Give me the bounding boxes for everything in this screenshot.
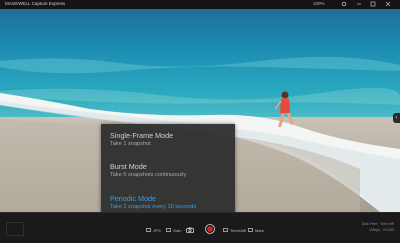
timeshift-button[interactable]: Timeshift <box>223 226 246 234</box>
mode-option-title: Burst Mode <box>110 162 147 171</box>
mode-option-title: Periodic Mode <box>110 194 156 203</box>
mark-label: Mark <box>255 227 264 233</box>
mode-option-desc: Take 5 snapshots continuously <box>110 172 187 178</box>
mark-icon <box>248 228 253 232</box>
record-button[interactable] <box>205 223 215 235</box>
bitrate-info: 1Mbps · 01:005 <box>369 228 394 232</box>
capture-mode-menu: Single-Frame Mode Take 1 snapshot Burst … <box>101 124 235 221</box>
mode-option-desc: Take 1 snapshot <box>110 141 151 147</box>
record-icon <box>205 223 215 235</box>
close-icon[interactable] <box>385 1 391 9</box>
mark-button[interactable]: Mark <box>248 226 264 234</box>
thumbnail-button[interactable] <box>6 222 24 236</box>
image-icon <box>146 228 151 232</box>
title-bar: MAGEWELL Capture Express 100% <box>0 0 400 9</box>
bottom-toolbar: JPG Gain Timeshift Mark Disk Free · Time… <box>0 212 400 243</box>
format-label: JPG <box>153 227 161 233</box>
snapshot-button[interactable] <box>186 226 194 234</box>
expand-panel-icon[interactable]: ‹ <box>393 113 400 123</box>
mode-option-periodic[interactable]: Periodic Mode Take 1 snapshot every 10 s… <box>110 194 196 211</box>
zoom-level[interactable]: 100% <box>313 1 325 7</box>
timeshift-icon <box>223 228 228 232</box>
mode-option-single-frame[interactable]: Single-Frame Mode Take 1 snapshot <box>110 131 173 148</box>
camera-icon <box>186 227 194 234</box>
settings-icon[interactable] <box>341 1 347 9</box>
mode-option-desc: Take 1 snapshot every 10 seconds <box>110 204 197 210</box>
mode-option-title: Single-Frame Mode <box>110 131 174 140</box>
format-button[interactable]: JPG <box>146 226 161 234</box>
timeshift-label: Timeshift <box>230 227 247 233</box>
window-title: MAGEWELL Capture Express <box>5 1 66 6</box>
gain-label: Gain <box>173 227 182 233</box>
gain-button[interactable]: Gain <box>166 226 181 234</box>
maximize-icon[interactable] <box>370 1 376 9</box>
minimize-icon[interactable] <box>356 1 362 9</box>
mode-option-burst[interactable]: Burst Mode Take 5 snapshots continuously <box>110 162 186 179</box>
adjust-icon <box>166 228 171 232</box>
disk-info: Disk Free · Time left <box>361 222 394 226</box>
